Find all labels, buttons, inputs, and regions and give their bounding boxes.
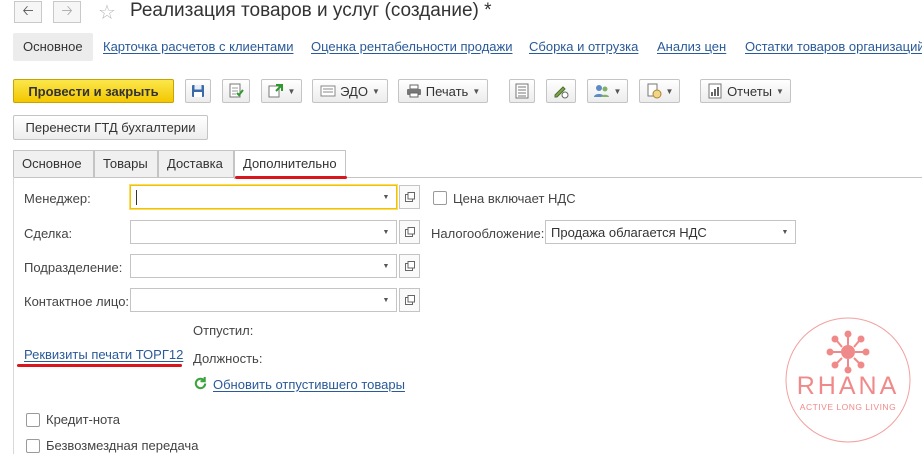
floppy-disk-icon	[190, 83, 206, 99]
create-based-on-icon	[268, 83, 284, 99]
watermark-brand: RHANA	[796, 372, 900, 400]
chevron-down-icon[interactable]: ▼	[376, 221, 396, 243]
deal-label: Сделка:	[24, 226, 73, 241]
credit-note-checkbox[interactable]	[26, 413, 40, 427]
manager-label: Менеджер:	[24, 191, 91, 206]
document-clock-icon	[646, 83, 662, 99]
division-open-button[interactable]	[399, 254, 420, 278]
chevron-down-icon: ▼	[371, 86, 380, 96]
window-title: Реализация товаров и услуг (создание) *	[130, 0, 492, 21]
taxation-label: Налогообложение:	[431, 226, 545, 241]
arrow-right-icon: 🡢	[61, 2, 73, 18]
journal-button[interactable]	[509, 79, 535, 103]
save-button[interactable]	[185, 79, 211, 103]
chevron-down-icon: ▼	[776, 86, 784, 96]
list-icon	[514, 83, 530, 99]
chevron-down-icon[interactable]: ▼	[376, 289, 396, 311]
back-button[interactable]: 🡠	[14, 1, 42, 23]
update-released-by-link[interactable]: Обновить отпустившего товары	[213, 377, 405, 392]
taxation-select[interactable]: Продажа облагается НДС ▼	[545, 220, 796, 244]
transfer-gtd-button[interactable]: Перенести ГТД бухгалтерии	[13, 115, 208, 140]
users-icon	[593, 83, 610, 99]
tab-delivery[interactable]: Доставка	[158, 150, 234, 178]
released-by-label: Отпустил:	[193, 323, 254, 338]
annotation-underline-tab	[235, 176, 347, 179]
create-based-on-button[interactable]: ▼	[261, 79, 302, 103]
users-button[interactable]: ▼	[587, 79, 628, 103]
torg12-link[interactable]: Реквизиты печати ТОРГ12	[24, 347, 183, 362]
contact-label: Контактное лицо:	[24, 294, 130, 309]
attachments-button[interactable]: ▼	[639, 79, 680, 103]
pencil-clock-icon	[553, 83, 569, 99]
reports-button[interactable]: Отчеты ▼	[700, 79, 791, 103]
watermark-tagline: ACTIVE LONG LIVING	[799, 402, 897, 412]
price-includes-vat-checkbox[interactable]	[433, 191, 447, 205]
chevron-down-icon: ▼	[613, 86, 622, 96]
edit-history-button[interactable]	[546, 79, 576, 103]
open-window-icon	[404, 293, 415, 308]
manager-input[interactable]: ▼	[130, 185, 397, 209]
print-button[interactable]: Печать ▼	[398, 79, 488, 103]
contact-input[interactable]: ▼	[130, 288, 397, 312]
tab-main[interactable]: Основное	[13, 150, 94, 178]
credit-note-label: Кредит-нота	[46, 412, 121, 427]
open-window-icon	[404, 190, 415, 205]
division-label: Подразделение:	[24, 260, 123, 275]
division-input[interactable]: ▼	[130, 254, 397, 278]
chevron-down-icon: ▼	[472, 86, 481, 96]
star-icon[interactable]: ☆	[98, 0, 116, 25]
arrow-left-icon: 🡠	[22, 2, 34, 18]
free-transfer-label: Безвозмездная передача	[46, 438, 199, 453]
refresh-icon	[193, 376, 209, 392]
deal-open-button[interactable]	[399, 220, 420, 244]
manager-open-button[interactable]	[399, 185, 420, 209]
section-link-stock-balances[interactable]: Остатки товаров организаций	[745, 33, 922, 61]
chevron-down-icon[interactable]: ▼	[775, 221, 795, 243]
open-window-icon	[404, 225, 415, 240]
report-icon	[707, 83, 723, 99]
post-document-icon	[228, 83, 244, 99]
deal-input[interactable]: ▼	[130, 220, 397, 244]
section-link-price-analysis[interactable]: Анализ цен	[657, 33, 726, 61]
chevron-down-icon[interactable]: ▼	[376, 186, 396, 208]
section-tab-main[interactable]: Основное	[13, 33, 93, 61]
free-transfer-checkbox[interactable]	[26, 439, 40, 453]
rhana-watermark-logo: RHANA ACTIVE LONG LIVING	[783, 310, 913, 450]
chevron-down-icon[interactable]: ▼	[376, 255, 396, 277]
printer-icon	[406, 83, 422, 99]
forward-button[interactable]: 🡢	[53, 1, 81, 23]
position-label: Должность:	[193, 351, 263, 366]
text-cursor	[136, 190, 137, 205]
section-link-assembly-shipment[interactable]: Сборка и отгрузка	[529, 33, 638, 61]
open-window-icon	[404, 259, 415, 274]
edo-button[interactable]: ЭДО ▼	[312, 79, 388, 103]
chevron-down-icon: ▼	[665, 86, 674, 96]
tab-additional[interactable]: Дополнительно	[234, 150, 346, 179]
section-link-client-settlements[interactable]: Карточка расчетов с клиентами	[103, 33, 293, 61]
chevron-down-icon: ▼	[287, 86, 296, 96]
edo-icon	[320, 83, 336, 99]
section-link-profitability[interactable]: Оценка рентабельности продажи	[311, 33, 513, 61]
form-border	[13, 177, 14, 454]
post-and-close-button[interactable]: Провести и закрыть	[13, 79, 174, 103]
annotation-underline-torg12	[17, 364, 182, 367]
price-includes-vat-label: Цена включает НДС	[453, 191, 576, 206]
tab-goods[interactable]: Товары	[94, 150, 158, 178]
post-document-button[interactable]	[222, 79, 250, 103]
tabs-divider	[13, 177, 922, 178]
contact-open-button[interactable]	[399, 288, 420, 312]
